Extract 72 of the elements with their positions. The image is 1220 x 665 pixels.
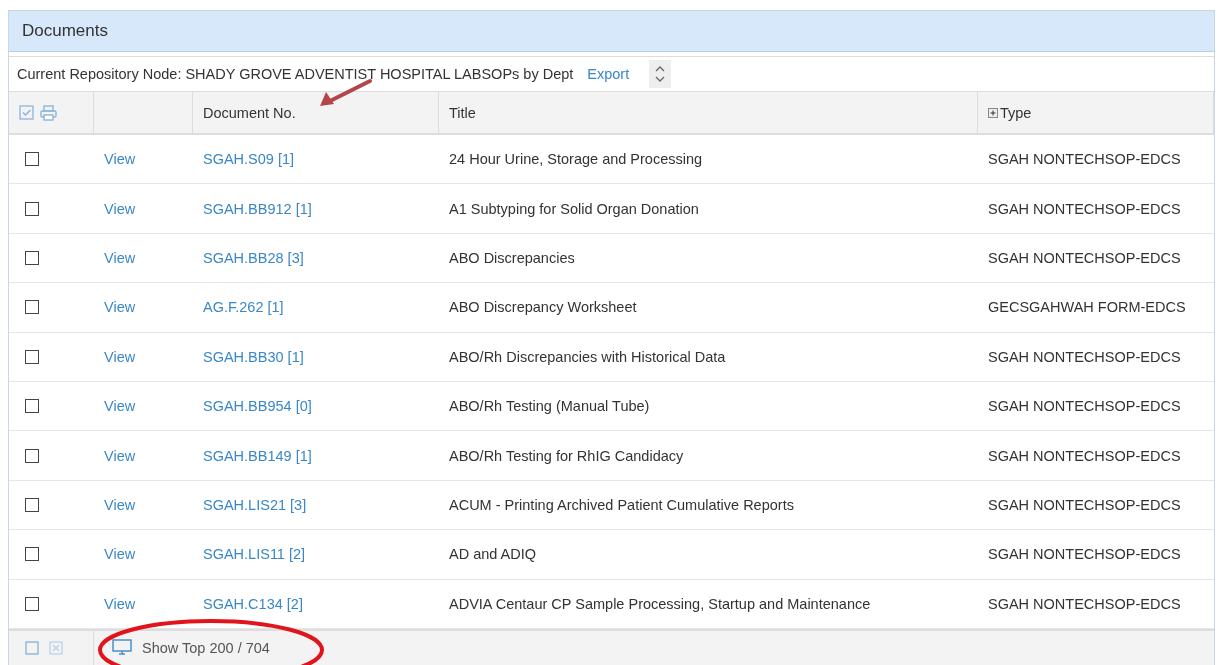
document-type: GECSGAHWAH FORM-EDCS — [988, 299, 1186, 316]
row-checkbox[interactable] — [25, 448, 39, 463]
view-link[interactable]: View — [104, 546, 136, 563]
row-checkbox[interactable] — [25, 201, 39, 216]
row-checkbox[interactable] — [25, 152, 39, 167]
document-title: ACUM - Printing Archived Patient Cumulative Reports — [449, 496, 794, 513]
document-type: SGAH NONTECHSOP-EDCS — [988, 496, 1181, 513]
document-number-link[interactable]: SGAH.BB954 [0] — [203, 398, 312, 415]
repository-node-label: Current Repository Node: SHADY GROVE ADVENTIST HOSPITAL LABSOPs by Dept — [17, 66, 574, 82]
document-number-link[interactable]: SGAH.C134 [2] — [203, 595, 303, 612]
arrow-annotation — [320, 79, 372, 106]
table-row[interactable]: View SGAH.BB149 [1] ABO/Rh Testing for RhIG Candidacy SGAH NONTECHSOP-EDCS — [9, 431, 1214, 481]
row-checkbox[interactable] — [25, 399, 39, 414]
document-number-link[interactable]: SGAH.BB149 [1] — [203, 447, 312, 464]
document-number-link[interactable]: SGAH.BB912 [1] — [203, 200, 312, 217]
document-type: SGAH NONTECHSOP-EDCS — [988, 200, 1181, 217]
view-link[interactable]: View — [104, 151, 136, 168]
document-type: SGAH NONTECHSOP-EDCS — [988, 151, 1181, 168]
document-type: SGAH NONTECHSOP-EDCS — [988, 249, 1181, 266]
table-row[interactable]: View SGAH.BB954 [0] ABO/Rh Testing (Manual Tube) SGAH NONTECHSOP-EDCS — [9, 381, 1214, 432]
view-link[interactable]: View — [104, 447, 136, 464]
document-number-link[interactable]: SGAH.LIS11 [2] — [203, 546, 306, 563]
document-type: SGAH NONTECHSOP-EDCS — [988, 447, 1181, 464]
panel-title: Documents — [22, 21, 108, 41]
row-checkbox[interactable] — [25, 547, 39, 562]
table-row[interactable]: View SGAH.LIS11 [2] AD and ADIQ SGAH NONTECHSOP-EDCS — [9, 530, 1214, 580]
document-type: SGAH NONTECHSOP-EDCS — [988, 546, 1181, 563]
table-row[interactable]: View SGAH.S09 [1] 24 Hour Urine, Storage and Processing SGAH NONTECHSOP-EDCS — [9, 135, 1214, 185]
document-number-link[interactable]: SGAH.S09 [1] — [203, 151, 295, 168]
document-type: SGAH NONTECHSOP-EDCS — [988, 348, 1181, 365]
table-row[interactable]: View SGAH.BB30 [1] ABO/Rh Discrepancies with Historical Data SGAH NONTECHSOP-EDCS — [9, 332, 1214, 382]
document-number-link[interactable]: SGAH.LIS21 [3] — [203, 496, 307, 513]
sort-toggle-icon[interactable] — [649, 60, 672, 88]
document-type: SGAH NONTECHSOP-EDCS — [988, 595, 1181, 612]
row-checkbox[interactable] — [25, 300, 39, 315]
expand-icon[interactable] — [988, 107, 998, 118]
check-all-icon[interactable] — [19, 105, 34, 120]
document-number-link[interactable]: SGAH.BB28 [3] — [203, 249, 304, 266]
show-top-button[interactable]: Show Top 200 / 704 — [142, 639, 270, 656]
export-link[interactable]: Export — [587, 66, 630, 82]
document-title: ABO/Rh Testing for RhIG Candidacy — [449, 447, 684, 464]
document-title: 24 Hour Urine, Storage and Processing — [449, 151, 703, 168]
column-header[interactable]: Title — [449, 104, 476, 121]
view-link[interactable]: View — [104, 398, 136, 415]
document-title: ABO Discrepancies — [449, 249, 575, 266]
view-link[interactable]: View — [104, 299, 136, 316]
table-row[interactable]: View SGAH.BB28 [3] ABO Discrepancies SGAH NONTECHSOP-EDCS — [9, 233, 1214, 284]
document-title: ABO Discrepancy Worksheet — [449, 299, 637, 316]
document-title: ABO/Rh Testing (Manual Tube) — [449, 398, 650, 415]
view-link[interactable]: View — [104, 348, 136, 365]
document-type: SGAH NONTECHSOP-EDCS — [988, 398, 1181, 415]
row-checkbox[interactable] — [25, 349, 39, 364]
table-row[interactable]: View SGAH.BB912 [1] A1 Subtyping for Solid Organ Donation SGAH NONTECHSOP-EDCS — [9, 184, 1214, 234]
row-checkbox[interactable] — [25, 497, 39, 512]
column-header[interactable]: Type — [1000, 104, 1032, 121]
view-link[interactable]: View — [104, 496, 136, 513]
table-row[interactable]: View SGAH.C134 [2] ADVIA Centaur CP Sample Processing, Startup and Maintenance SGAH NONTECHSOP-EDCS — [9, 579, 1214, 629]
column-header[interactable]: Document No. — [203, 104, 296, 121]
document-number-link[interactable]: AG.F.262 [1] — [203, 299, 284, 316]
row-checkbox[interactable] — [25, 250, 39, 265]
document-title: A1 Subtyping for Solid Organ Donation — [449, 200, 699, 217]
document-title: AD and ADIQ — [449, 546, 537, 563]
row-checkbox[interactable] — [25, 596, 39, 611]
document-number-link[interactable]: SGAH.BB30 [1] — [203, 348, 304, 365]
view-link[interactable]: View — [104, 595, 136, 612]
view-link[interactable]: View — [104, 249, 136, 266]
document-title: ADVIA Centaur CP Sample Processing, Startup and Maintenance — [449, 595, 871, 612]
table-row[interactable]: View SGAH.LIS21 [3] ACUM - Printing Archived Patient Cumulative Reports SGAH NONTECHSOP-EDCS — [9, 480, 1214, 531]
monitor-icon — [112, 639, 132, 657]
view-link[interactable]: View — [104, 200, 136, 217]
document-title: ABO/Rh Discrepancies with Historical Data — [449, 348, 726, 365]
table-row[interactable]: View AG.F.262 [1] ABO Discrepancy Worksheet GECSGAHWAH FORM-EDCS — [9, 283, 1214, 333]
